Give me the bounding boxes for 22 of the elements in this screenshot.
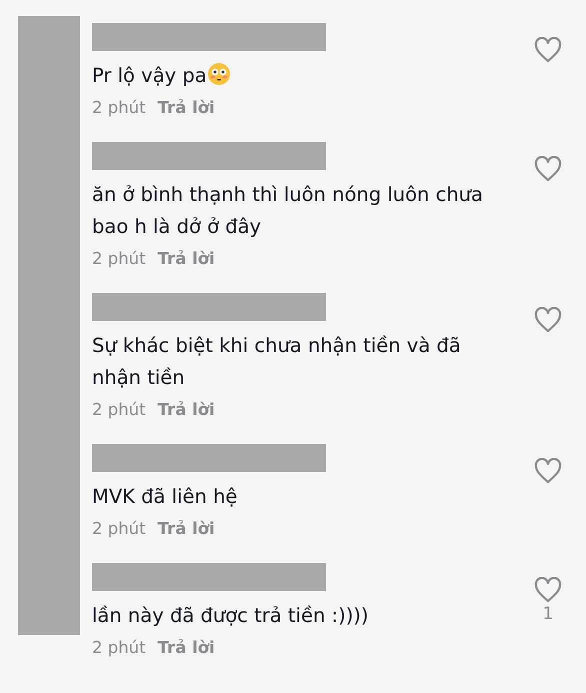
comment-time: 2 phút bbox=[92, 399, 146, 421]
like-count: 1 bbox=[542, 603, 554, 625]
heart-icon[interactable] bbox=[534, 577, 562, 603]
comment-text: MVK đã liên hệ bbox=[92, 484, 238, 510]
comment-text: lần này đã được trả tiền :)))) bbox=[92, 603, 370, 629]
reply-link[interactable]: Trả lời bbox=[158, 513, 215, 545]
heart-icon[interactable] bbox=[534, 458, 562, 484]
comment-time: 2 phút bbox=[92, 97, 146, 119]
comment-time: 2 phút bbox=[92, 637, 146, 659]
comment-time: 2 phút bbox=[92, 518, 146, 540]
flushed-emoji-icon bbox=[206, 62, 231, 86]
reply-link[interactable]: Trả lời bbox=[158, 243, 215, 275]
comment-text: Pr lộ vậy pa bbox=[92, 60, 512, 92]
comment-time: 2 phút bbox=[92, 248, 146, 270]
heart-icon[interactable] bbox=[534, 37, 562, 63]
comment-text: ăn ở bình thạnh thì luôn nóng luôn chưa bao h là dở ở đây bbox=[92, 182, 484, 240]
reply-link[interactable]: Trả lời bbox=[158, 92, 215, 124]
reply-link[interactable]: Trả lời bbox=[158, 632, 215, 664]
comment-text: Sự khác biệt khi chưa nhận tiền và đã nhận tiền bbox=[92, 333, 462, 391]
reply-link[interactable]: Trả lời bbox=[158, 394, 215, 426]
heart-icon[interactable] bbox=[534, 307, 562, 333]
heart-icon[interactable] bbox=[534, 156, 562, 182]
